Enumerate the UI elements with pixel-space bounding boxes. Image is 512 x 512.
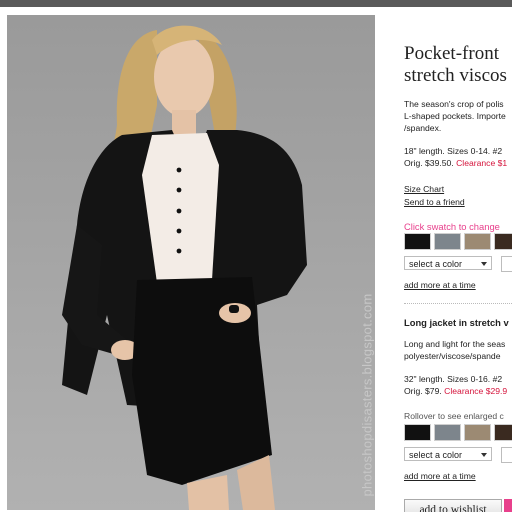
swatch-prompt: Click swatch to change <box>404 221 500 232</box>
send-to-friend-link[interactable]: Send to a friend <box>404 196 512 208</box>
model-illustration <box>62 25 307 510</box>
color-swatch[interactable] <box>464 424 491 441</box>
add-more-link-2[interactable]: add more at a time <box>404 470 512 482</box>
product-title-2: Long jacket in stretch v <box>404 317 509 328</box>
color-swatch[interactable] <box>434 233 461 250</box>
color-select[interactable]: select a color <box>404 256 492 270</box>
swatch-row-2 <box>404 424 512 441</box>
add-to-bag-button[interactable] <box>504 499 512 512</box>
chevron-down-icon <box>481 453 487 457</box>
color-swatch[interactable] <box>494 424 512 441</box>
product-price-info: 18" length. Sizes 0-14. #2 Orig. $39.50.… <box>404 146 508 168</box>
product-photo: photoshopdisasters.blogspot.com <box>7 15 375 510</box>
color-swatch[interactable] <box>404 424 431 441</box>
swatch-row <box>404 233 512 250</box>
product-description-2: Long and light for the seas polyester/vi… <box>404 339 506 361</box>
clearance-price: Clearance $1 <box>456 158 508 168</box>
watermark: photoshopdisasters.blogspot.com <box>359 293 375 497</box>
product-price-info-2: 32" length. Sizes 0-16. #2 Orig. $79. Cl… <box>404 374 508 396</box>
color-swatch[interactable] <box>404 233 431 250</box>
clearance-price: Clearance $29.9 <box>444 386 508 396</box>
add-to-wishlist-button[interactable]: add to wishlist <box>404 499 502 512</box>
left-margin <box>0 7 7 512</box>
product-panel: Pocket-front stretch viscos The season's… <box>375 15 512 512</box>
add-more-link[interactable]: add more at a time <box>404 279 512 291</box>
color-swatch[interactable] <box>434 424 461 441</box>
color-select-2[interactable]: select a color <box>404 447 492 461</box>
size-chart-link[interactable]: Size Chart <box>404 183 512 195</box>
quantity-field[interactable] <box>501 256 512 272</box>
top-bar <box>0 0 512 7</box>
color-swatch[interactable] <box>494 233 512 250</box>
divider <box>404 303 512 304</box>
color-swatch[interactable] <box>464 233 491 250</box>
rollover-hint: Rollover to see enlarged c <box>404 411 504 421</box>
quantity-field-2[interactable] <box>501 447 512 463</box>
product-title: Pocket-front stretch viscos <box>404 43 507 86</box>
chevron-down-icon <box>481 262 487 266</box>
product-description: The season's crop of polis L-shaped pock… <box>404 99 506 133</box>
